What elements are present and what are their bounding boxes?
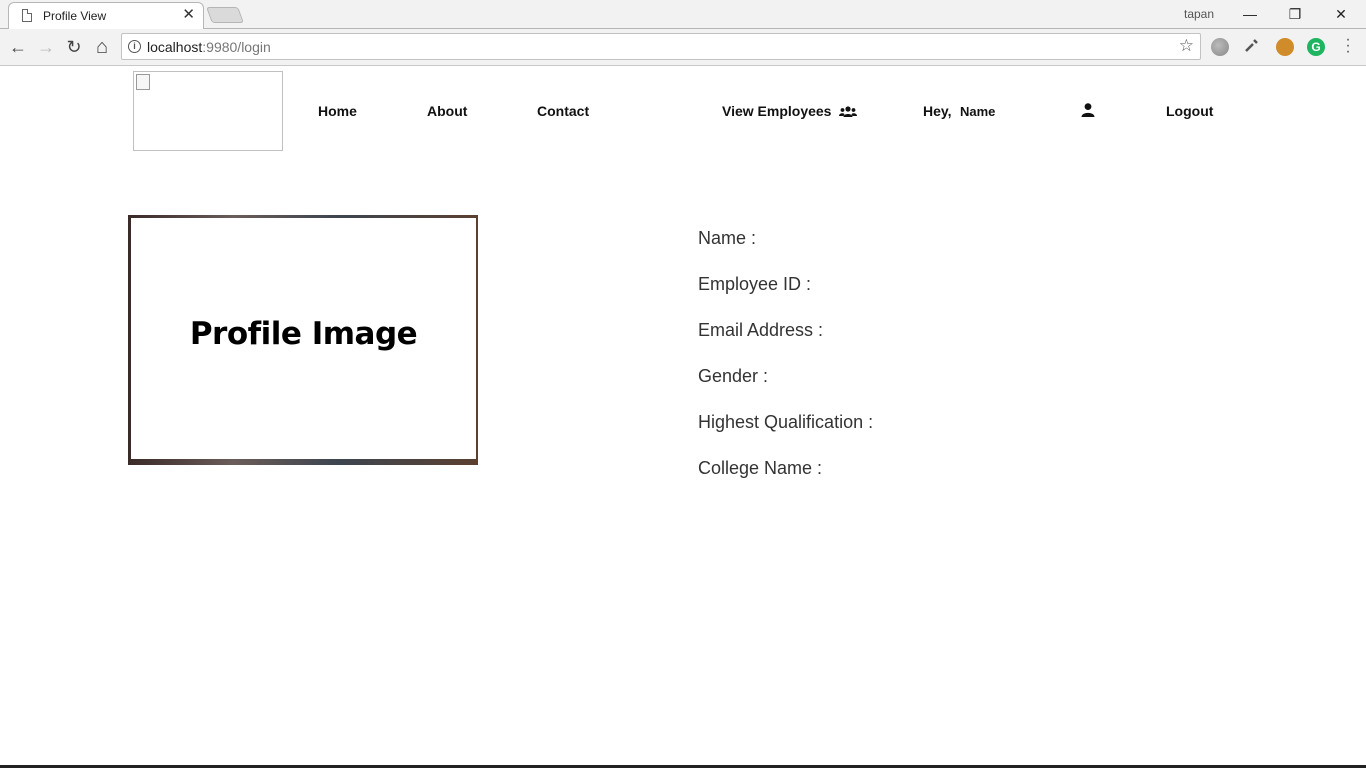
- minimize-icon[interactable]: —: [1227, 3, 1273, 25]
- cookie-icon[interactable]: [1276, 38, 1294, 56]
- extension-icon[interactable]: [1211, 38, 1229, 56]
- browser-chrome: Profile View ✕ tapan — ❐ ✕ ← → ↻ ⌂ i loc…: [0, 0, 1366, 66]
- browser-menu-icon[interactable]: · · ·: [1341, 32, 1355, 60]
- detail-gender: Gender :: [698, 366, 769, 386]
- close-window-icon[interactable]: ✕: [1318, 3, 1364, 25]
- url-host: localhost: [147, 39, 203, 55]
- home-icon[interactable]: ⌂: [90, 35, 114, 59]
- browser-toolbar: ← → ↻ ⌂ i localhost:9980/login ☆ G · · ·: [0, 29, 1366, 65]
- view-employees-label: View Employees: [722, 103, 832, 119]
- reload-icon[interactable]: ↻: [62, 35, 86, 59]
- user-name-label: Name: [960, 104, 996, 119]
- detail-name: Name :: [698, 228, 757, 248]
- new-tab-button[interactable]: [206, 7, 244, 23]
- eyedropper-icon[interactable]: [1244, 37, 1260, 53]
- nav-home-link[interactable]: Home: [318, 103, 357, 119]
- restore-icon[interactable]: ❐: [1272, 3, 1318, 25]
- page: Home About Contact View Employees Hey, N…: [0, 66, 1366, 768]
- detail-highest-qualification: Highest Qualification :: [698, 412, 874, 432]
- grammarly-icon[interactable]: G: [1307, 38, 1325, 56]
- profile-image-placeholder: Profile Image: [131, 218, 476, 459]
- browser-profile-name[interactable]: tapan: [1184, 7, 1214, 21]
- address-bar[interactable]: i localhost:9980/login ☆: [121, 33, 1201, 60]
- detail-college-name: College Name :: [698, 458, 823, 478]
- logout-link[interactable]: Logout: [1166, 103, 1213, 119]
- user-profile-icon[interactable]: [1081, 103, 1095, 122]
- nav-contact-link[interactable]: Contact: [537, 103, 589, 119]
- tab-strip: Profile View ✕ tapan — ❐ ✕: [0, 0, 1366, 29]
- url-text: localhost:9980/login: [147, 39, 271, 55]
- detail-email-address: Email Address :: [698, 320, 824, 340]
- logo-image[interactable]: [133, 71, 283, 151]
- page-icon: [22, 9, 32, 22]
- profile-image-label: Profile Image: [189, 316, 418, 352]
- detail-employee-id: Employee ID :: [698, 274, 812, 294]
- url-path: :9980/login: [202, 39, 271, 55]
- browser-tab[interactable]: Profile View ✕: [8, 2, 204, 29]
- nav-about-link[interactable]: About: [427, 103, 467, 119]
- info-icon[interactable]: i: [128, 40, 141, 53]
- tab-close-icon[interactable]: ✕: [182, 7, 195, 23]
- profile-image: Profile Image: [128, 215, 478, 465]
- nav-view-employees-link[interactable]: View Employees: [722, 103, 858, 119]
- tab-title: Profile View: [43, 9, 107, 23]
- greeting-label: Hey,: [923, 103, 952, 119]
- broken-image-icon: [136, 74, 150, 90]
- forward-arrow-icon[interactable]: →: [34, 35, 58, 59]
- back-arrow-icon[interactable]: ←: [6, 35, 30, 59]
- users-icon: [839, 106, 858, 118]
- bookmark-star-icon[interactable]: ☆: [1179, 36, 1194, 56]
